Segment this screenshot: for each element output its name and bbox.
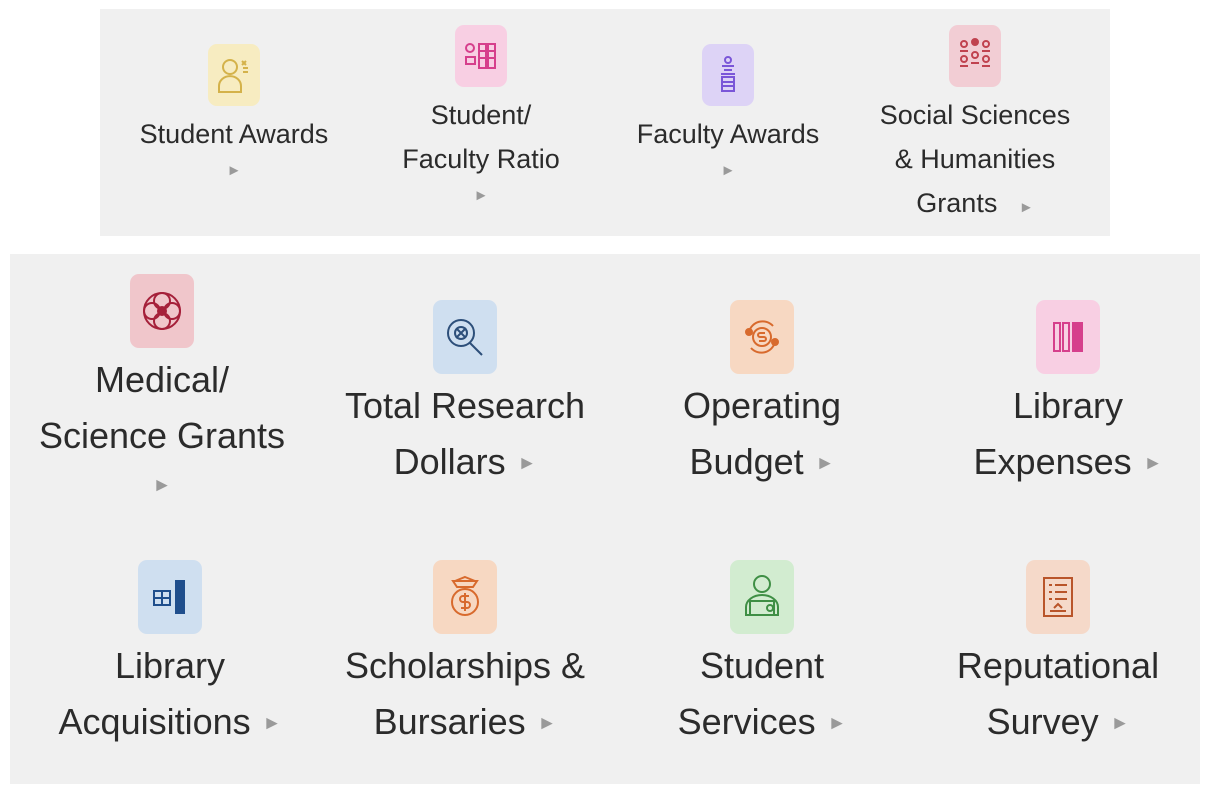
tile-label-line-2: Dollars ► [394, 434, 537, 492]
tile-label-line-1: Library [114, 645, 226, 686]
arrow-right-icon: ► [226, 162, 242, 179]
tile-label-line-2: Services ► [678, 694, 847, 752]
tile-label-line-2: Survey ► [987, 694, 1130, 752]
tile-library-expenses[interactable]: Library Expenses ► [928, 300, 1208, 492]
tile-label-line-2: Bursaries ► [374, 694, 557, 752]
money-bag-icon [433, 560, 497, 634]
tile-label-line-1: Medical/ [94, 359, 230, 400]
tile-medical-science-grants[interactable]: Medical/ Science Grants ► [22, 274, 302, 508]
book-shelf-icon [1036, 300, 1100, 374]
arrow-right-icon: ► [827, 713, 847, 735]
dollar-cycle-icon [730, 300, 794, 374]
people-network-icon [949, 25, 1001, 87]
tile-label: Faculty Awards [636, 119, 820, 149]
metrics-panel-bottom: Medical/ Science Grants ► Total Research… [10, 254, 1200, 784]
metrics-panel-top: Student Awards ► Student/ Faculty Ratio … [100, 9, 1110, 236]
tile-operating-budget[interactable]: Operating Budget ► [622, 300, 902, 492]
tile-label-line-2: Faculty Ratio [402, 144, 560, 174]
tile-label-line-1: Total Research [344, 385, 586, 426]
tile-label: Student Awards [139, 119, 329, 149]
tile-label-line-2: Science Grants [38, 415, 286, 456]
tile-label-line-1: Reputational [956, 645, 1160, 686]
arrow-right-icon: ► [1143, 453, 1163, 475]
survey-clipboard-icon [1026, 560, 1090, 634]
arrow-right-icon: ► [1110, 713, 1130, 735]
magnifier-dollar-icon [433, 300, 497, 374]
tile-social-sciences-grants[interactable]: Social Sciences & Humanities Grants ► [865, 25, 1085, 230]
faculty-awards-icon [702, 44, 754, 106]
tile-label-line-1: Scholarships & [344, 645, 586, 686]
tile-label-line-2: Acquisitions ► [59, 694, 282, 752]
tile-student-faculty-ratio[interactable]: Student/ Faculty Ratio ► [371, 25, 591, 211]
tile-label-line-2: & Humanities [894, 144, 1056, 174]
tile-reputational-survey[interactable]: Reputational Survey ► [918, 560, 1198, 752]
tile-label-line-1: Operating [682, 385, 842, 426]
student-laptop-icon [730, 560, 794, 634]
tile-label-line-1: Student [699, 645, 825, 686]
arrow-right-icon: ► [473, 187, 489, 204]
arrow-right-icon: ► [537, 713, 557, 735]
tile-label-line-1: Library [1012, 385, 1124, 426]
ratio-icon [455, 25, 507, 87]
arrow-right-icon: ► [720, 162, 736, 179]
tile-library-acquisitions[interactable]: Library Acquisitions ► [30, 560, 310, 752]
tile-label-line-2: Budget ► [690, 434, 835, 492]
arrow-right-icon: ► [262, 713, 282, 735]
arrow-right-icon: ► [152, 475, 172, 496]
tile-student-services[interactable]: Student Services ► [622, 560, 902, 752]
molecule-icon [130, 274, 194, 348]
tile-label-line-3: Grants ► [916, 181, 1033, 230]
tile-student-awards[interactable]: Student Awards ► [124, 44, 344, 186]
tile-scholarships-bursaries[interactable]: Scholarships & Bursaries ► [325, 560, 605, 752]
tile-label-line-1: Student/ [430, 100, 532, 130]
arrow-right-icon: ► [517, 453, 537, 475]
tile-label-line-1: Social Sciences [879, 100, 1071, 130]
tile-label-line-2: Expenses ► [974, 434, 1163, 492]
student-awards-icon [208, 44, 260, 106]
arrow-right-icon: ► [815, 453, 835, 475]
arrow-right-icon: ► [1018, 199, 1034, 216]
book-add-icon [138, 560, 202, 634]
tile-total-research-dollars[interactable]: Total Research Dollars ► [325, 300, 605, 492]
tile-faculty-awards[interactable]: Faculty Awards ► [618, 44, 838, 186]
